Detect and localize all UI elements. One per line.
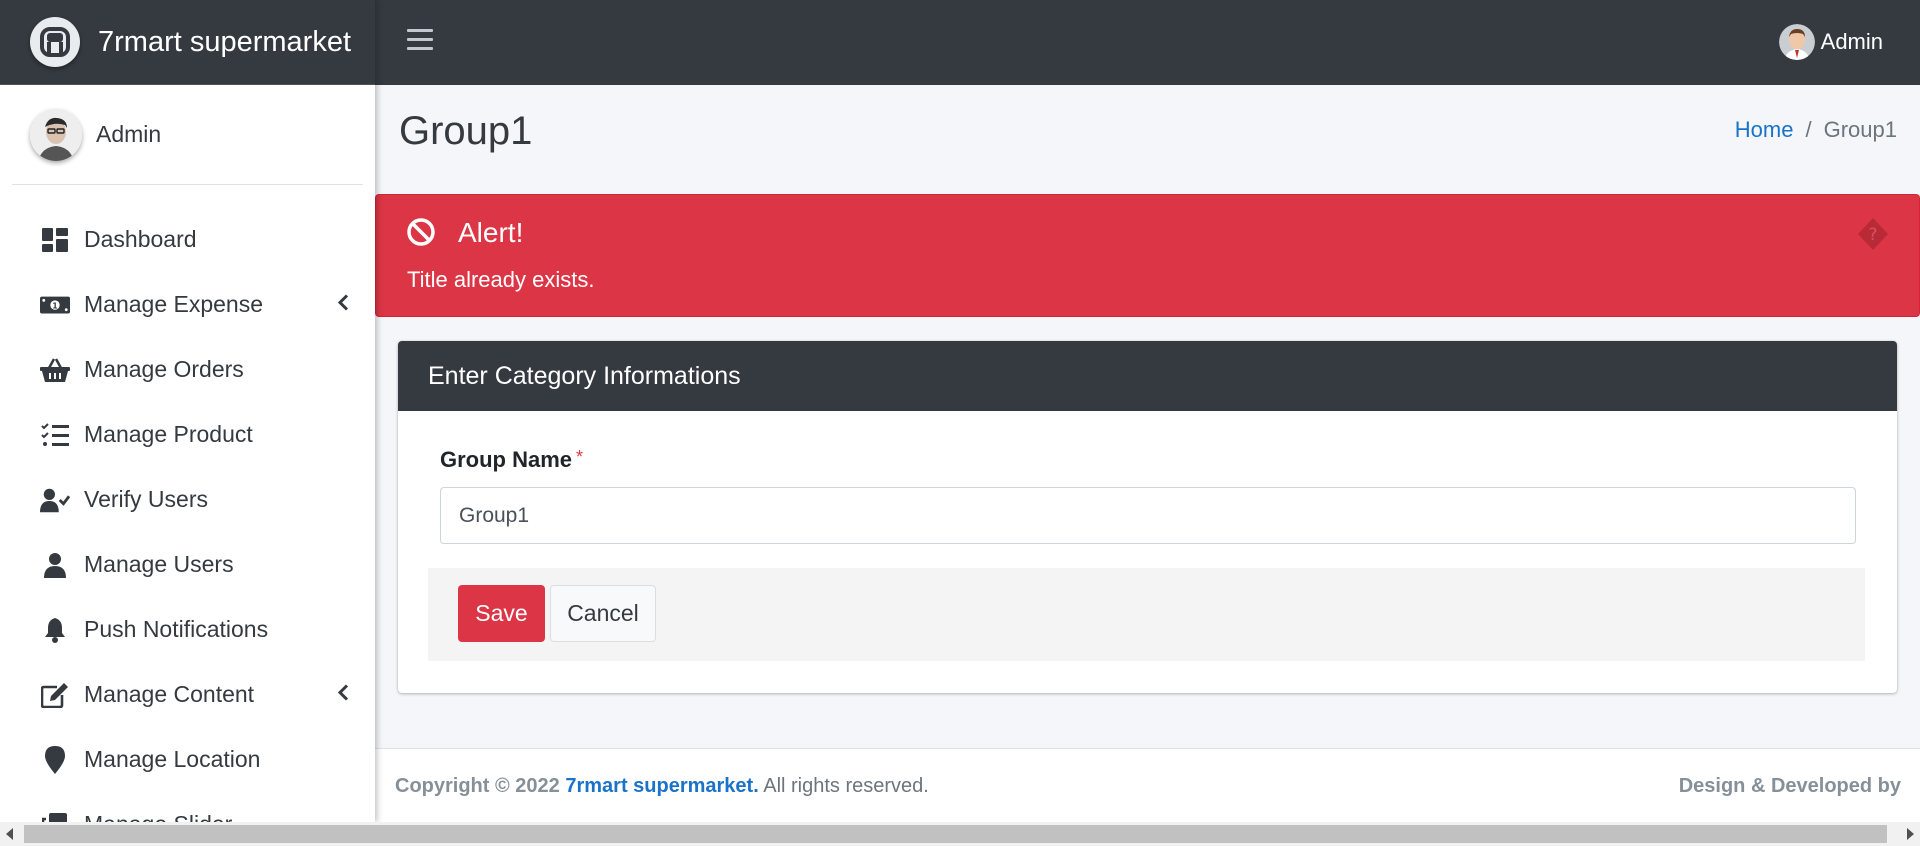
main-content: Group1 Home / Group1 Alert! Title alread… <box>375 85 1920 822</box>
top-navbar: Admin <box>375 0 1920 85</box>
edit-icon <box>40 680 70 710</box>
breadcrumb: Home / Group1 <box>1735 117 1897 143</box>
sidebar-item-dashboard[interactable]: Dashboard <box>0 207 375 272</box>
sidebar-user-name: Admin <box>96 121 162 147</box>
brand-link[interactable]: 7rmart supermarket <box>0 0 375 85</box>
page-title: Group1 <box>399 109 533 153</box>
group-name-label: Group Name * <box>440 447 583 473</box>
sidebar-item-label: Manage Location <box>84 746 261 772</box>
chevron-left-icon <box>337 293 349 316</box>
user-check-icon <box>40 485 70 515</box>
sidebar-item-manage-content[interactable]: Manage Content <box>0 662 375 727</box>
money-bill-icon: 1 <box>40 290 70 320</box>
card-header: Enter Category Informations <box>398 341 1897 411</box>
sidebar-item-manage-location[interactable]: Manage Location <box>0 727 375 792</box>
alert-title: Alert! <box>458 217 524 248</box>
ban-icon <box>406 217 436 252</box>
breadcrumb-separator: / <box>1805 117 1812 142</box>
map-marker-icon <box>40 745 70 775</box>
sidebar-item-manage-users[interactable]: Manage Users <box>0 532 375 597</box>
card-footer: Save Cancel <box>428 568 1865 661</box>
sidebar-item-verify-users[interactable]: Verify Users <box>0 467 375 532</box>
menu-toggle-icon[interactable] <box>407 29 433 55</box>
required-mark: * <box>576 447 584 467</box>
clone-icon <box>40 810 70 822</box>
sidebar-item-label: Manage Orders <box>84 356 244 382</box>
sidebar-item-label: Push Notifications <box>84 616 269 642</box>
sidebar-item-push-notifications[interactable]: Push Notifications <box>0 597 375 662</box>
group-name-input[interactable] <box>440 487 1856 544</box>
tasks-list-icon <box>40 420 70 450</box>
scroll-right-arrow-icon[interactable] <box>1907 828 1914 840</box>
chevron-left-icon <box>337 683 349 706</box>
sidebar-item-manage-product[interactable]: Manage Product <box>0 402 375 467</box>
group-name-label-text: Group Name <box>440 447 573 472</box>
alert-close-icon[interactable]: ? <box>1857 217 1889 256</box>
svg-text:1: 1 <box>52 301 57 310</box>
sidebar-item-manage-orders[interactable]: Manage Orders <box>0 337 375 402</box>
dashboard-icon <box>40 225 70 255</box>
category-form-card: Enter Category Informations Group Name * … <box>398 341 1897 693</box>
page-footer: Copyright © 2022 7rmart supermarket. All… <box>375 748 1920 822</box>
sidebar-item-manage-slider[interactable]: Manage Slider <box>0 792 375 822</box>
sidebar-item-label: Manage Product <box>84 421 253 447</box>
footer-copyright: Copyright © 2022 7rmart supermarket. All… <box>395 775 929 798</box>
footer-brand-link[interactable]: 7rmart supermarket. <box>565 775 758 797</box>
save-button[interactable]: Save <box>458 585 545 642</box>
top-user-menu[interactable]: Admin <box>1778 24 1883 60</box>
user-icon <box>40 550 70 580</box>
footer-copyright-prefix: Copyright © 2022 <box>395 775 560 797</box>
sidebar-item-label: Manage Slider <box>84 811 232 822</box>
sidebar-item-label: Manage Users <box>84 551 234 577</box>
avatar <box>30 108 82 161</box>
sidebar: 7rmart supermarket Admin Dashboard 1 Man… <box>0 0 375 822</box>
sidebar-user-panel[interactable]: Admin <box>12 85 363 185</box>
brand-name: 7rmart supermarket <box>98 25 352 58</box>
bell-icon <box>40 615 70 645</box>
footer-rights: All rights reserved. <box>763 775 929 797</box>
sidebar-item-label: Manage Content <box>84 681 255 707</box>
scroll-left-arrow-icon[interactable] <box>6 828 13 840</box>
sidebar-nav: Dashboard 1 Manage Expense Manage Orders… <box>0 207 375 822</box>
sidebar-item-label: Verify Users <box>84 486 208 512</box>
avatar <box>1778 24 1815 60</box>
cancel-button[interactable]: Cancel <box>550 585 656 642</box>
brand-logo-icon <box>30 17 80 67</box>
breadcrumb-home-link[interactable]: Home <box>1735 117 1794 143</box>
top-user-name: Admin <box>1820 29 1883 54</box>
scrollbar-thumb[interactable] <box>24 825 1887 843</box>
horizontal-scrollbar[interactable] <box>0 822 1920 846</box>
sidebar-item-manage-expense[interactable]: 1 Manage Expense <box>0 272 375 337</box>
svg-text:?: ? <box>1868 225 1877 245</box>
footer-credit: Design & Developed by <box>1678 775 1901 797</box>
alert-message: Title already exists. <box>407 267 595 292</box>
sidebar-item-label: Dashboard <box>84 226 197 252</box>
breadcrumb-current: Group1 <box>1823 117 1897 142</box>
alert-danger: Alert! Title already exists. ? <box>375 194 1920 317</box>
sidebar-item-label: Manage Expense <box>84 291 264 317</box>
basket-icon <box>40 355 70 385</box>
